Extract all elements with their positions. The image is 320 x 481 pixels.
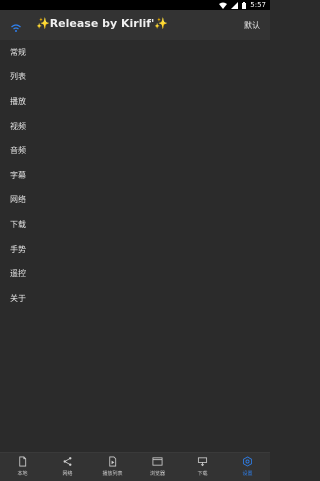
tab-playlist[interactable]: 播放列表 [90,453,135,481]
tab-browser[interactable]: 浏览器 [135,453,180,481]
settings-menu: 常规 列表 播放 视频 音频 字幕 网络 下载 手势 遥控 关于 [0,40,270,311]
wifi-icon [219,2,228,9]
bottom-nav: 本地 网络 播放列表 浏览器 下载 设置 [0,452,270,481]
menu-item-remote[interactable]: 遥控 [0,261,270,286]
page-title-text: Release by Kirlif' [49,17,155,30]
default-button[interactable]: 默认 [244,20,260,31]
menu-item-network[interactable]: 网络 [0,188,270,213]
status-bar: 5:57 [0,0,270,10]
app-bar: ✨Release by Kirlif'✨ 默认 [0,10,270,40]
tab-label: 播放列表 [102,471,123,477]
file-icon [17,456,28,467]
download-icon [197,456,208,467]
tab-label: 浏览器 [149,471,165,477]
browser-icon [152,456,163,467]
tab-download[interactable]: 下载 [180,453,225,481]
sparkle-icon: ✨ [36,17,50,30]
battery-icon [242,1,247,9]
status-time: 5:57 [250,1,266,9]
sparkle-icon: ✨ [154,17,169,30]
menu-item-list[interactable]: 列表 [0,65,270,90]
page-title: ✨Release by Kirlif'✨ [36,17,168,30]
menu-item-download[interactable]: 下载 [0,212,270,237]
menu-item-audio[interactable]: 音频 [0,138,270,163]
signal-icon [231,1,239,9]
tab-settings[interactable]: 设置 [225,453,270,481]
menu-item-about[interactable]: 关于 [0,286,270,311]
tab-label: 本地 [17,471,28,477]
share-icon [62,456,73,467]
menu-item-subtitles[interactable]: 字幕 [0,163,270,188]
tab-label: 下载 [197,471,208,477]
menu-item-playback[interactable]: 播放 [0,89,270,114]
menu-item-gestures[interactable]: 手势 [0,237,270,262]
tab-label: 网络 [62,471,73,477]
tab-label: 设置 [242,471,253,477]
menu-item-general[interactable]: 常规 [0,40,270,65]
wifi-cast-icon[interactable] [10,19,22,32]
playlist-icon [107,456,118,467]
settings-icon [242,456,253,467]
menu-item-video[interactable]: 视频 [0,114,270,139]
tab-network[interactable]: 网络 [45,453,90,481]
tab-local[interactable]: 本地 [0,453,45,481]
